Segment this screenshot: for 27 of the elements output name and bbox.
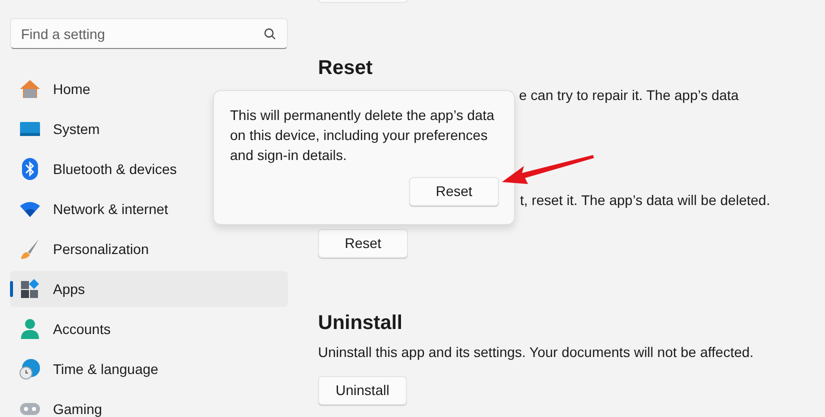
- section-heading: Uninstall: [318, 311, 404, 336]
- flyout-message: This will permanently delete the app’s data on this device, including your preferences and sign-in details.: [230, 106, 496, 165]
- apps-icon: [20, 279, 40, 299]
- monitor-icon: [19, 121, 41, 137]
- selection-indicator: [10, 281, 13, 297]
- description-text: e can try to repair it. The app’s data: [519, 86, 740, 105]
- sidebar-item[interactable]: Network & internet: [10, 191, 288, 227]
- person-icon: [20, 318, 40, 340]
- bluetooth-icon: [22, 158, 38, 180]
- sidebar-item[interactable]: Gaming: [10, 391, 288, 417]
- sidebar-item[interactable]: Time & language: [10, 351, 288, 387]
- house-icon: [19, 79, 41, 99]
- search-field[interactable]: Find a setting: [10, 18, 288, 49]
- section-heading: Reset: [318, 56, 374, 81]
- search-icon: [264, 28, 276, 40]
- description-text: t, reset it. The app’s data will be deleted.: [520, 191, 772, 210]
- uninstall-button[interactable]: Uninstall: [318, 376, 407, 405]
- paintbrush-icon: [19, 238, 41, 260]
- sidebar-item[interactable]: Home: [10, 71, 288, 107]
- reset-button[interactable]: Reset: [318, 229, 408, 258]
- sidebar-item[interactable]: Accounts: [10, 311, 288, 347]
- sidebar-item[interactable]: Apps: [10, 271, 288, 307]
- sidebar-item[interactable]: Personalization: [10, 231, 288, 267]
- description-text: Uninstall this app and its settings. Your documents will not be affected.: [318, 343, 755, 362]
- globe-clock-icon: [19, 358, 41, 380]
- confirm-reset-button[interactable]: Reset: [409, 177, 499, 206]
- wifi-icon: [19, 201, 41, 217]
